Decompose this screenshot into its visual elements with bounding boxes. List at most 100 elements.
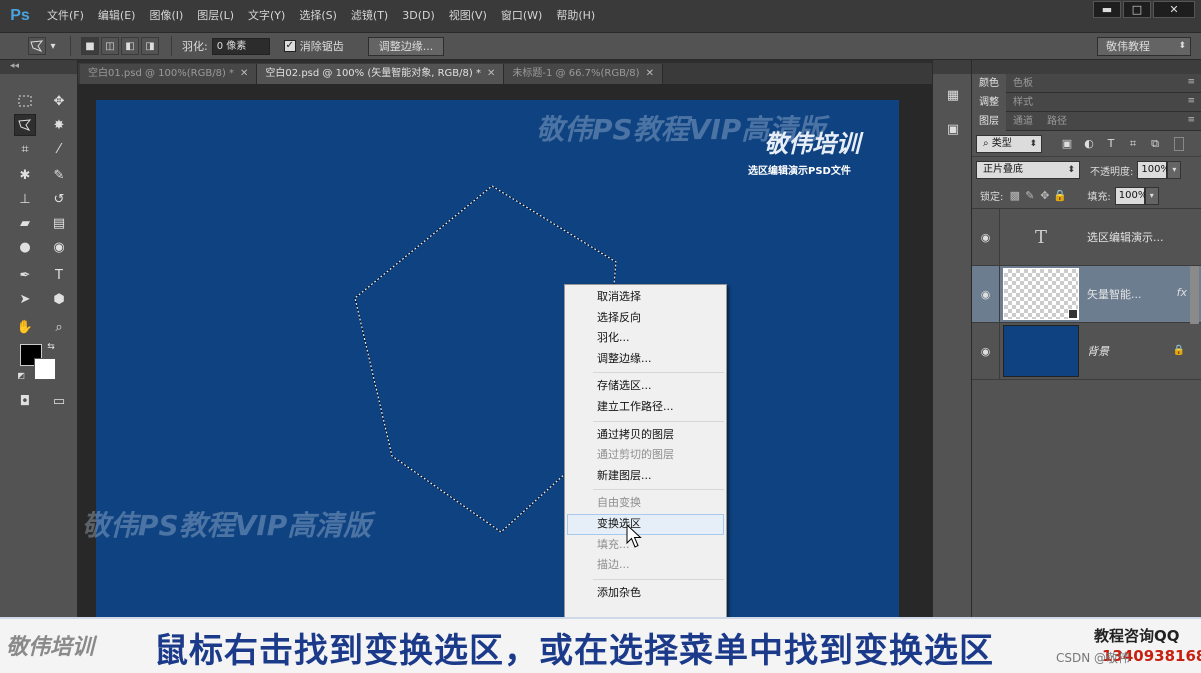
refine-edge-button[interactable]: 调整边缘... [367,36,445,56]
new-selection-icon[interactable]: ■ [81,37,99,55]
menu-type[interactable]: 文字(Y) [241,0,292,32]
tab-swatches[interactable]: 色板 [1006,74,1040,93]
close-icon[interactable]: ✕ [240,68,248,79]
crop-tool-icon[interactable]: ⌗ [14,138,36,160]
eye-icon[interactable]: ◉ [972,208,1000,266]
quick-mask-icon[interactable]: ◘ [14,390,36,412]
tool-preset-dropdown-icon[interactable]: ▾ [48,37,58,55]
menu-item-select-inverse[interactable]: 选择反向 [565,308,726,329]
fill-input[interactable]: 100% [1114,186,1147,205]
minimize-button[interactable]: ▬ [1093,1,1121,18]
maximize-button[interactable]: □ [1123,1,1151,18]
menu-item-refine-edge[interactable]: 调整边缘... [565,349,726,370]
close-icon[interactable]: ✕ [487,68,495,79]
blur-tool-icon[interactable]: ● [14,236,36,258]
gradient-icon[interactable]: ▤ [48,212,70,234]
filter-type-select[interactable]: ⌕ 类型 ⬍ [976,134,1042,153]
shape-tool-icon[interactable]: ⬢ [48,288,70,310]
type-filter-icon[interactable]: T [1102,137,1120,150]
zoom-tool-icon[interactable]: ⌕ [48,316,70,338]
menu-item-deselect[interactable]: 取消选择 [565,287,726,308]
sponge-tool-icon[interactable]: ◉ [48,236,70,258]
marquee-tool-icon[interactable] [14,90,36,112]
magic-wand-icon[interactable]: ✸ [48,114,70,136]
antialias-checkbox[interactable]: ✓ [283,40,296,52]
tab-doc-2[interactable]: 空白02.psd @ 100% (矢量智能对象, RGB/8) * ✕ [257,64,505,84]
chevron-down-icon[interactable]: ▾ [1144,186,1159,205]
menu-item-add-noise[interactable]: 添加杂色 [565,583,726,604]
fx-icon[interactable]: fx [1177,286,1187,299]
adjustment-filter-icon[interactable]: ◐ [1080,137,1098,150]
default-colors-icon[interactable]: ◩ [16,370,26,380]
history-panel-icon[interactable]: ▦ [943,86,963,106]
polygonal-lasso-icon[interactable] [28,37,46,55]
panel-menu-icon[interactable]: ≡ [1187,77,1195,87]
lasso-tool-icon[interactable] [14,114,36,136]
menu-item-layer-via-copy[interactable]: 通过拷贝的图层 [565,425,726,446]
menu-item-make-work-path[interactable]: 建立工作路径... [565,397,726,418]
tab-channels[interactable]: 通道 [1006,112,1040,131]
add-to-selection-icon[interactable]: ◫ [101,37,119,55]
tab-doc-1[interactable]: 空白01.psd @ 100%(RGB/8) * ✕ [80,64,258,84]
intersect-selection-icon[interactable]: ◨ [141,37,159,55]
tab-styles[interactable]: 样式 [1006,93,1040,112]
move-tool-icon[interactable]: ✥ [48,90,70,112]
screen-mode-icon[interactable]: ▭ [48,390,70,412]
eye-icon[interactable]: ◉ [972,322,1000,380]
tab-paths[interactable]: 路径 [1040,112,1074,131]
lock-transparency-icon[interactable]: ▩ [1007,189,1022,202]
type-tool-icon[interactable]: T [48,264,70,286]
panel-collapse-icon[interactable]: ◂◂ [0,60,77,74]
swap-colors-icon[interactable]: ⇆ [44,340,58,354]
menu-image[interactable]: 图像(I) [142,0,190,32]
layer-row[interactable]: ◉ T 选区编辑演示... [972,208,1201,266]
eye-icon[interactable]: ◉ [972,265,1000,323]
lock-pixels-icon[interactable]: ✎ [1022,189,1037,202]
menu-file[interactable]: 文件(F) [40,0,91,32]
pen-tool-icon[interactable]: ✒ [14,264,36,286]
pixel-filter-icon[interactable]: ▣ [1058,137,1076,150]
panel-menu-icon[interactable]: ≡ [1187,115,1195,125]
history-brush-icon[interactable]: ↺ [48,188,70,210]
menu-select[interactable]: 选择(S) [292,0,344,32]
document-canvas[interactable]: 敬伟PS教程VIP高清版 敬伟PS教程VIP高清版 敬伟培训 选区编辑演示PSD… [82,100,899,620]
menu-item-feather[interactable]: 羽化... [565,328,726,349]
properties-panel-icon[interactable]: ▣ [943,120,963,140]
feather-input[interactable]: 0 像素 [211,37,270,55]
hand-tool-icon[interactable]: ✋ [14,316,36,338]
menu-help[interactable]: 帮助(H) [549,0,602,32]
tab-layers[interactable]: 图层 [972,111,1006,131]
menu-view[interactable]: 视图(V) [442,0,494,32]
tab-adjustments[interactable]: 调整 [972,92,1006,112]
close-icon[interactable]: ✕ [646,68,654,79]
menu-item-save-selection[interactable]: 存储选区... [565,376,726,397]
workspace-select[interactable]: 敬伟教程 ⬍ [1097,37,1191,56]
eraser-icon[interactable]: ▰ [14,212,36,234]
menu-edit[interactable]: 编辑(E) [91,0,143,32]
menu-item-new-layer[interactable]: 新建图层... [565,466,726,487]
smart-object-filter-icon[interactable]: ⧉ [1146,137,1164,151]
clone-stamp-icon[interactable]: ⊥ [14,188,36,210]
background-color-swatch[interactable] [34,358,56,380]
scrollbar[interactable] [1190,266,1199,324]
close-button[interactable]: ✕ [1153,1,1195,18]
menu-window[interactable]: 窗口(W) [494,0,549,32]
blend-mode-select[interactable]: 正片叠底 ⬍ [976,161,1080,179]
menu-3d[interactable]: 3D(D) [395,0,442,32]
lock-all-icon[interactable]: 🔒 [1052,189,1067,202]
shape-filter-icon[interactable]: ⌗ [1124,137,1142,151]
layer-row[interactable]: ◉ 背景 🔒 [972,322,1201,380]
menu-filter[interactable]: 滤镜(T) [344,0,395,32]
layer-row[interactable]: ◉ 矢量智能... fx [972,265,1201,323]
tab-doc-3[interactable]: 未标题-1 @ 66.7%(RGB/8) ✕ [504,64,663,84]
panel-menu-icon[interactable]: ≡ [1187,96,1195,106]
filter-toggle-icon[interactable] [1174,136,1184,151]
eyedropper-icon[interactable]: ⁄ [48,138,70,160]
brush-tool-icon[interactable]: ✎ [48,164,70,186]
hexagon-selection-marquee[interactable] [96,100,899,620]
healing-brush-icon[interactable]: ✱ [14,164,36,186]
chevron-down-icon[interactable]: ▾ [1167,161,1182,179]
opacity-input[interactable]: 100% [1137,161,1170,179]
menu-layer[interactable]: 图层(L) [190,0,241,32]
subtract-from-selection-icon[interactable]: ◧ [121,37,139,55]
